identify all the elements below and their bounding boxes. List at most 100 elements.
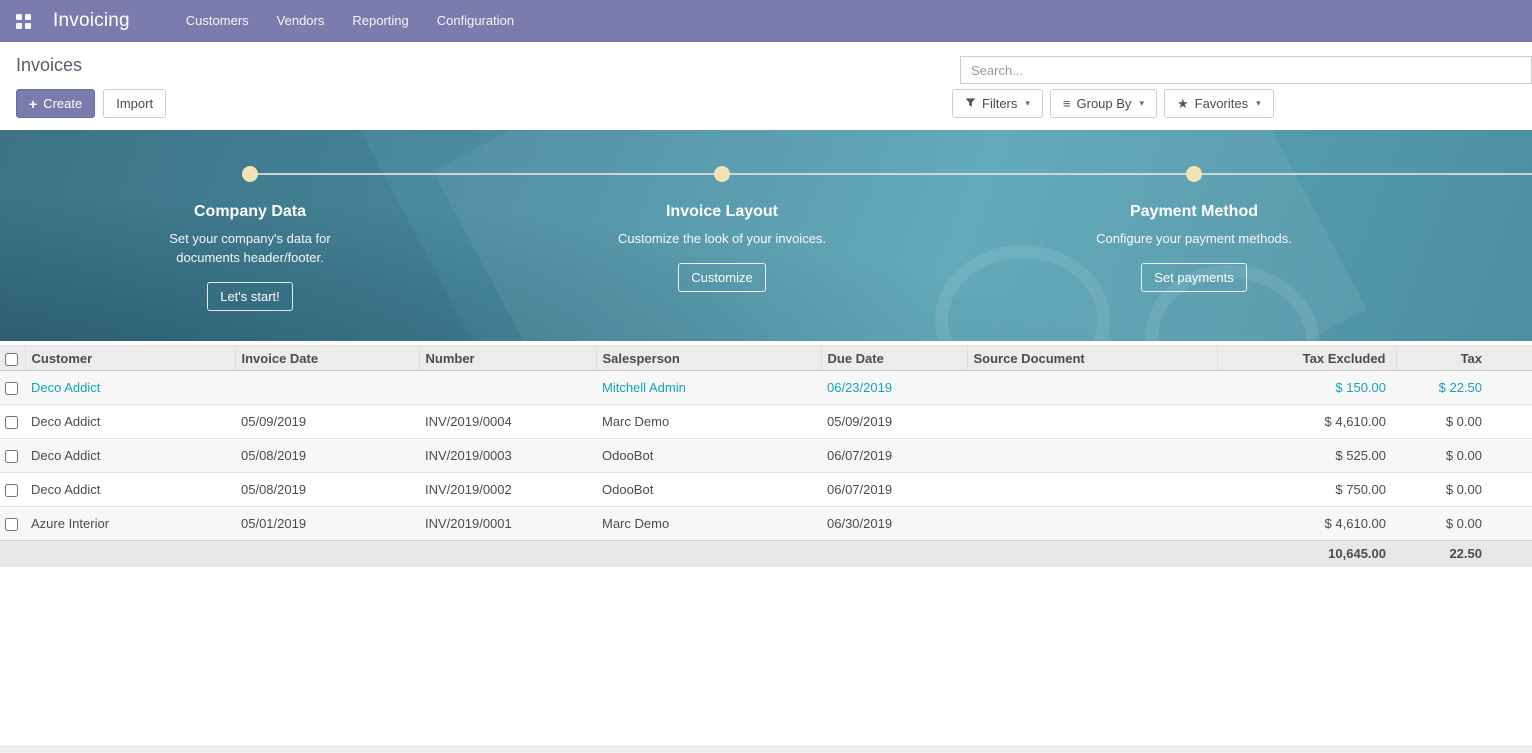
apps-grid-square bbox=[25, 14, 31, 20]
step-dot-icon bbox=[242, 166, 258, 182]
row-checkbox[interactable] bbox=[5, 518, 18, 531]
cell-invoice-date[interactable] bbox=[235, 371, 419, 405]
table-header: Customer Invoice Date Number Salesperson… bbox=[0, 346, 1532, 371]
cell-source-document[interactable] bbox=[967, 371, 1217, 405]
table-footer: 10,645.00 22.50 bbox=[0, 541, 1532, 567]
search-input[interactable] bbox=[960, 56, 1532, 84]
column-header-customer[interactable]: Customer bbox=[25, 346, 235, 371]
cell-tax-excluded[interactable]: $ 4,610.00 bbox=[1217, 507, 1396, 541]
cell-salesperson[interactable]: OdooBot bbox=[596, 439, 821, 473]
apps-grid-square bbox=[16, 14, 22, 20]
cell-due-date[interactable]: 06/07/2019 bbox=[821, 439, 967, 473]
set-payments-button[interactable]: Set payments bbox=[1141, 263, 1247, 292]
cell-number[interactable]: INV/2019/0004 bbox=[419, 405, 596, 439]
column-header-due-date[interactable]: Due Date bbox=[821, 346, 967, 371]
cell-invoice-date[interactable]: 05/09/2019 bbox=[235, 405, 419, 439]
table-row[interactable]: Deco Addict 05/08/2019 INV/2019/0002 Odo… bbox=[0, 473, 1532, 507]
cell-customer[interactable]: Deco Addict bbox=[25, 473, 235, 507]
favorites-button[interactable]: ★ Favorites ▾ bbox=[1164, 89, 1274, 118]
cell-tax[interactable]: $ 0.00 bbox=[1396, 473, 1532, 507]
column-header-tax[interactable]: Tax bbox=[1396, 346, 1532, 371]
cell-salesperson[interactable]: OdooBot bbox=[596, 473, 821, 507]
cell-tax[interactable]: $ 0.00 bbox=[1396, 405, 1532, 439]
cell-salesperson[interactable]: Mitchell Admin bbox=[596, 371, 821, 405]
row-checkbox-cell bbox=[0, 405, 25, 439]
cell-source-document[interactable] bbox=[967, 439, 1217, 473]
top-navbar: Invoicing Customers Vendors Reporting Co… bbox=[0, 0, 1532, 42]
step-title: Payment Method bbox=[1130, 203, 1258, 221]
invoice-list-table: Customer Invoice Date Number Salesperson… bbox=[0, 345, 1532, 567]
cell-due-date[interactable]: 06/30/2019 bbox=[821, 507, 967, 541]
cell-due-date[interactable]: 06/23/2019 bbox=[821, 371, 967, 405]
table-row[interactable]: Azure Interior 05/01/2019 INV/2019/0001 … bbox=[0, 507, 1532, 541]
row-checkbox[interactable] bbox=[5, 450, 18, 463]
step-title: Company Data bbox=[194, 203, 306, 221]
column-header-salesperson[interactable]: Salesperson bbox=[596, 346, 821, 371]
cell-number[interactable]: INV/2019/0001 bbox=[419, 507, 596, 541]
menu-reporting[interactable]: Reporting bbox=[338, 0, 422, 42]
row-checkbox[interactable] bbox=[5, 484, 18, 497]
search-options: Filters ▾ ≡ Group By ▾ ★ Favorites ▾ bbox=[952, 89, 1274, 118]
cell-number[interactable] bbox=[419, 371, 596, 405]
menu-customers[interactable]: Customers bbox=[172, 0, 263, 42]
footer-empty-cell bbox=[235, 541, 419, 567]
cell-tax-excluded[interactable]: $ 150.00 bbox=[1217, 371, 1396, 405]
table-row[interactable]: Deco Addict 05/09/2019 INV/2019/0004 Mar… bbox=[0, 405, 1532, 439]
cell-tax[interactable]: $ 0.00 bbox=[1396, 439, 1532, 473]
table-row[interactable]: Deco Addict Mitchell Admin 06/23/2019 $ … bbox=[0, 371, 1532, 405]
cell-source-document[interactable] bbox=[967, 507, 1217, 541]
cell-due-date[interactable]: 06/07/2019 bbox=[821, 473, 967, 507]
cell-customer[interactable]: Deco Addict bbox=[25, 405, 235, 439]
favorites-button-label: Favorites bbox=[1195, 96, 1248, 111]
column-header-source-document[interactable]: Source Document bbox=[967, 346, 1217, 371]
cell-customer[interactable]: Azure Interior bbox=[25, 507, 235, 541]
cell-due-date[interactable]: 05/09/2019 bbox=[821, 405, 967, 439]
cell-tax-excluded[interactable]: $ 750.00 bbox=[1217, 473, 1396, 507]
cell-tax-excluded[interactable]: $ 525.00 bbox=[1217, 439, 1396, 473]
lets-start-button[interactable]: Let's start! bbox=[207, 282, 293, 311]
row-checkbox-cell bbox=[0, 507, 25, 541]
cell-invoice-date[interactable]: 05/08/2019 bbox=[235, 473, 419, 507]
row-checkbox[interactable] bbox=[5, 382, 18, 395]
cell-tax[interactable]: $ 0.00 bbox=[1396, 507, 1532, 541]
cell-salesperson[interactable]: Marc Demo bbox=[596, 507, 821, 541]
cell-number[interactable]: INV/2019/0002 bbox=[419, 473, 596, 507]
group-by-button-label: Group By bbox=[1077, 96, 1132, 111]
import-button[interactable]: Import bbox=[103, 89, 166, 118]
cell-customer[interactable]: Deco Addict bbox=[25, 371, 235, 405]
cell-source-document[interactable] bbox=[967, 405, 1217, 439]
column-header-number[interactable]: Number bbox=[419, 346, 596, 371]
cell-tax-excluded[interactable]: $ 4,610.00 bbox=[1217, 405, 1396, 439]
cell-number[interactable]: INV/2019/0003 bbox=[419, 439, 596, 473]
step-description: Set your company's data for documents he… bbox=[136, 230, 364, 268]
step-payment-method: Payment Method Configure your payment me… bbox=[958, 130, 1430, 311]
select-all-checkbox[interactable] bbox=[5, 353, 18, 366]
total-tax-excluded: 10,645.00 bbox=[1217, 541, 1396, 567]
onboarding-steps: Company Data Set your company's data for… bbox=[14, 130, 1430, 311]
app-name[interactable]: Invoicing bbox=[53, 10, 130, 32]
cell-source-document[interactable] bbox=[967, 473, 1217, 507]
group-by-button[interactable]: ≡ Group By ▾ bbox=[1050, 89, 1157, 118]
menu-configuration[interactable]: Configuration bbox=[423, 0, 528, 42]
table-row[interactable]: Deco Addict 05/08/2019 INV/2019/0003 Odo… bbox=[0, 439, 1532, 473]
page-title: Invoices bbox=[16, 55, 82, 76]
cell-salesperson[interactable]: Marc Demo bbox=[596, 405, 821, 439]
row-checkbox[interactable] bbox=[5, 416, 18, 429]
column-header-tax-excluded[interactable]: Tax Excluded bbox=[1217, 346, 1396, 371]
cell-customer[interactable]: Deco Addict bbox=[25, 439, 235, 473]
customize-button[interactable]: Customize bbox=[678, 263, 765, 292]
cell-tax[interactable]: $ 22.50 bbox=[1396, 371, 1532, 405]
filters-button[interactable]: Filters ▾ bbox=[952, 89, 1043, 118]
cell-invoice-date[interactable]: 05/08/2019 bbox=[235, 439, 419, 473]
cell-invoice-date[interactable]: 05/01/2019 bbox=[235, 507, 419, 541]
navbar-menus: Customers Vendors Reporting Configuratio… bbox=[172, 0, 528, 42]
create-button[interactable]: + Create bbox=[16, 89, 95, 118]
menu-vendors[interactable]: Vendors bbox=[263, 0, 339, 42]
step-invoice-layout: Invoice Layout Customize the look of you… bbox=[486, 130, 958, 311]
import-button-label: Import bbox=[116, 96, 153, 111]
footer-empty-cell bbox=[821, 541, 967, 567]
footer-empty-cell bbox=[596, 541, 821, 567]
apps-menu-icon[interactable] bbox=[16, 14, 31, 29]
horizontal-scrollbar[interactable] bbox=[0, 746, 1532, 753]
column-header-invoice-date[interactable]: Invoice Date bbox=[235, 346, 419, 371]
